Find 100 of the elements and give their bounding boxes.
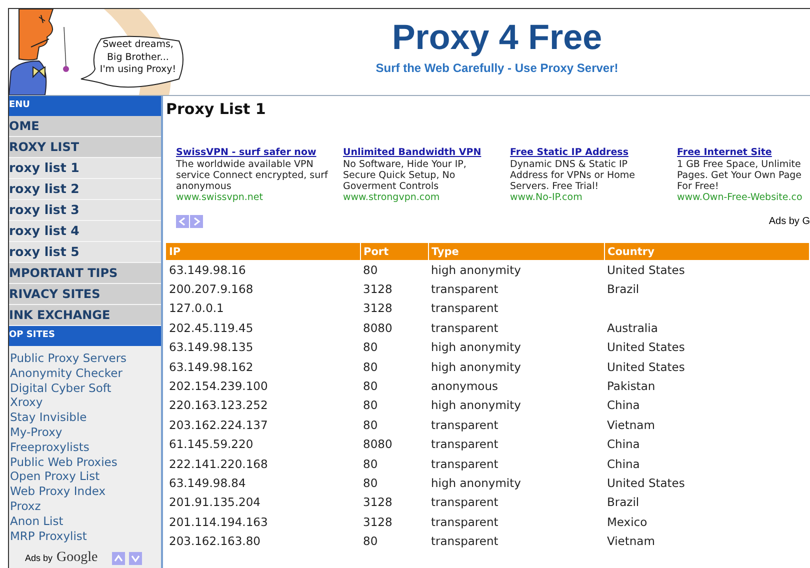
speech-bubble-text: Big Brother...	[106, 52, 170, 64]
table-cell-text: 61.145.59.220	[168, 436, 254, 454]
ad-text: 1 GB Free Space, Unlimite	[677, 159, 802, 170]
previous-arrow-button[interactable]	[176, 215, 189, 228]
table-cell-text: transparent	[430, 514, 500, 531]
ad-text: No Software, Hide Your IP,	[343, 159, 468, 170]
ad-text: service Connect encrypted, surf	[176, 170, 329, 181]
table-cell-text: transparent	[430, 300, 500, 318]
table-cell-text: 63.149.98.84	[168, 474, 247, 492]
table-cell-text: 3128	[362, 514, 394, 531]
table-cell-text: 202.45.119.45	[168, 320, 254, 337]
table-cell-text: 3128	[362, 494, 394, 512]
ad-text: anonymous	[176, 181, 232, 192]
table-cell-text: 127.0.0.1	[168, 300, 225, 318]
site-link[interactable]: Anon List	[10, 514, 161, 529]
ad-url-link[interactable]: www.strongvpn.com	[343, 192, 510, 204]
site-link[interactable]: Stay Invisible	[10, 410, 161, 425]
ad-text: Secure Quick Setup, No	[343, 170, 456, 181]
table-cell-text: high anonymity	[430, 339, 522, 356]
table-cell: high anonymity	[428, 260, 604, 280]
site-link[interactable]: Public Proxy Servers	[10, 351, 161, 366]
menu-item[interactable]: roxy list 4	[9, 221, 161, 242]
table-cell-text: Mexico	[606, 514, 648, 531]
table-cell-text: Brazil	[606, 494, 640, 512]
table-cell-text: transparent	[430, 436, 500, 454]
ad-text: The worldwide available VPN	[176, 159, 314, 170]
table-cell-text: transparent	[430, 320, 500, 337]
table-cell-text: United States	[606, 339, 686, 356]
site-link[interactable]: Proxz	[10, 498, 161, 514]
site-link[interactable]: Public Web Proxies	[10, 454, 161, 470]
site-link[interactable]: MRP Proxylist	[10, 528, 161, 544]
table-cell-text: 3128	[362, 281, 394, 298]
table-cell-text: transparent	[430, 494, 500, 512]
page-heading: Proxy List 1	[166, 100, 267, 118]
table-cell: 80	[360, 260, 428, 280]
up-arrow-button[interactable]	[112, 552, 125, 565]
table-cell-text: 200.207.9.168	[168, 281, 254, 298]
table-cell-text: high anonymity	[430, 474, 522, 492]
site-link[interactable]: Open Proxy List	[10, 469, 161, 484]
table-cell-text: China	[606, 397, 641, 414]
ad-url-link[interactable]: www.swissvpn.net	[176, 192, 343, 204]
menu-heading: OP SITES	[9, 326, 161, 346]
table-cell-text: 203.162.224.137	[168, 416, 269, 434]
ad-title-link[interactable]: SwissVPN - surf safer now	[176, 147, 343, 159]
speech-bubble-text: I'm using Proxy!	[98, 64, 178, 76]
ad-text: Pages. Get Your Own Page	[677, 170, 803, 181]
menu-heading: ENU	[9, 96, 161, 116]
table-cell-text: 63.149.98.135	[168, 339, 254, 356]
site-link[interactable]: Web Proxy Index	[10, 484, 161, 499]
table-cell-text: 222.141.220.168	[168, 456, 269, 473]
table-cell-text: transparent	[430, 456, 500, 473]
column-header: Country	[604, 243, 810, 260]
menu-item[interactable]: MPORTANT TIPS	[9, 263, 161, 284]
menu-item[interactable]: roxy list 2	[9, 179, 161, 200]
ad-title-link[interactable]: Free Static IP Address	[510, 147, 677, 159]
ads-by-label: Ads by G	[768, 216, 810, 227]
ad-url-link[interactable]: www.No-IP.com	[510, 192, 677, 204]
ads-by-label: Ads by	[25, 553, 53, 564]
table-cell-text: 8080	[362, 436, 394, 454]
table-cell-text: 8080	[362, 320, 394, 337]
table-cell-text: Brazil	[606, 281, 640, 298]
menu-item[interactable]: roxy list 5	[9, 242, 161, 263]
ad-text: For Free!	[677, 181, 720, 192]
table-cell-text: Pakistan	[606, 378, 656, 396]
table-cell-text: transparent	[430, 281, 500, 298]
table-cell-text: transparent	[430, 416, 500, 434]
table-cell: 63.149.98.16	[166, 260, 360, 280]
table-cell-text: 80	[362, 397, 379, 414]
table-cell-text: 80	[362, 474, 379, 492]
site-title: Proxy 4 Free	[392, 17, 602, 59]
site-link[interactable]: My-Proxy	[10, 424, 161, 440]
menu-item[interactable]: roxy list 3	[9, 200, 161, 221]
table-cell-text: 80	[362, 416, 379, 434]
column-header: Port	[360, 243, 428, 260]
ad-title-link[interactable]: Free Internet Site	[677, 147, 810, 159]
site-link[interactable]: Digital Cyber Soft	[10, 380, 161, 396]
table-cell-text: 80	[362, 378, 379, 396]
next-arrow-button[interactable]	[190, 215, 203, 228]
column-header: IP	[166, 243, 360, 260]
menu-item[interactable]: OME	[9, 116, 161, 137]
ad-url-link[interactable]: www.Own-Free-Website.co	[677, 192, 810, 204]
down-arrow-button[interactable]	[128, 552, 142, 565]
site-link[interactable]: Anonymity Checker	[10, 366, 161, 381]
table-cell-text: 80	[362, 456, 379, 473]
menu-item[interactable]: roxy list 1	[9, 158, 161, 179]
menu-item[interactable]: INK EXCHANGE	[9, 305, 161, 326]
table-cell-text: high anonymity	[430, 397, 522, 414]
site-link[interactable]: Freeproxylists	[10, 440, 161, 455]
table-cell-text: United States	[606, 474, 686, 492]
table-cell-text: 201.91.135.204	[168, 494, 262, 512]
table-cell-text: 220.163.123.252	[168, 397, 269, 414]
table-cell-text: Australia	[606, 320, 659, 337]
table-cell-text: anonymous	[430, 378, 499, 396]
table-cell-text: 3128	[362, 300, 394, 318]
google-label: Google	[56, 550, 98, 566]
ad-title-link[interactable]: Unlimited Bandwidth VPN	[343, 147, 510, 159]
table-cell: United States	[604, 260, 810, 280]
menu-item[interactable]: ROXY LIST	[9, 137, 161, 158]
menu-item[interactable]: RIVACY SITES	[9, 284, 161, 305]
site-link[interactable]: Xroxy	[10, 395, 161, 410]
